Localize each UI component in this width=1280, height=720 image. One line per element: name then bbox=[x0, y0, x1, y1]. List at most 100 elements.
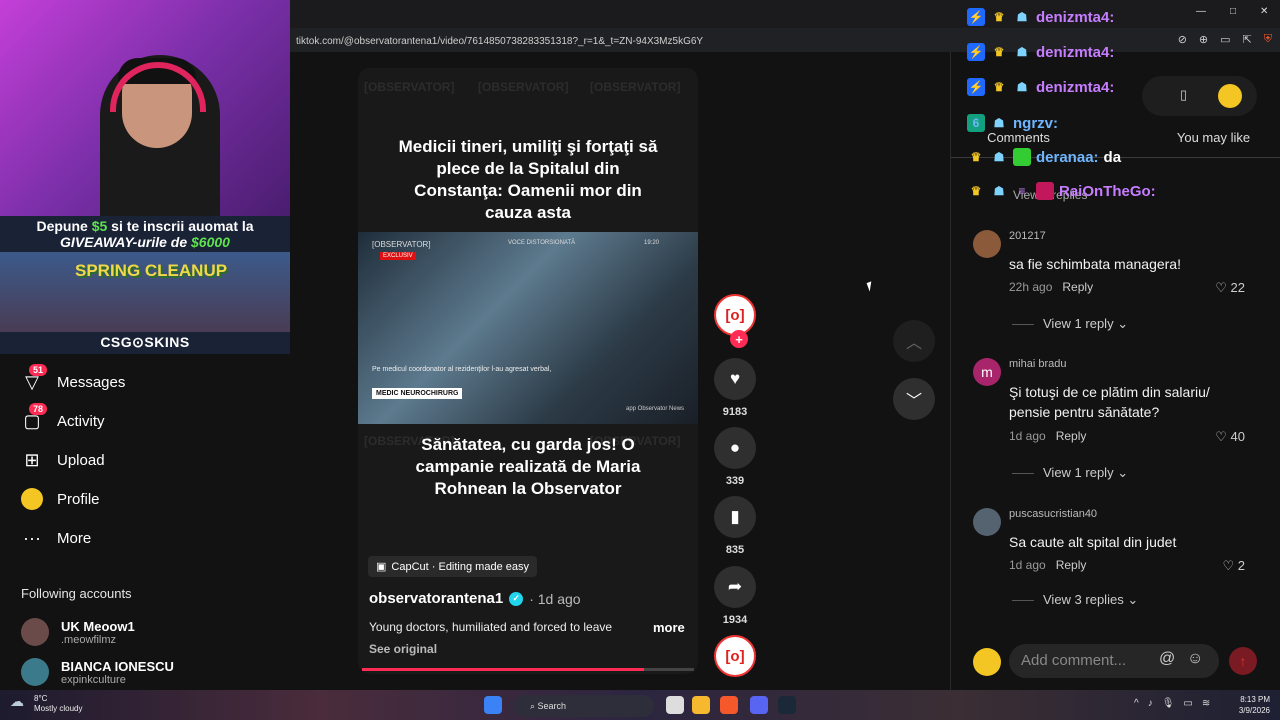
chevron-up-icon: ︿ bbox=[905, 335, 922, 352]
monitor-icon[interactable]: ▭ bbox=[1183, 698, 1192, 709]
chevron-down-icon: ⌄ bbox=[1117, 465, 1129, 480]
see-original-link[interactable]: See original bbox=[369, 642, 437, 656]
avatar[interactable]: m bbox=[973, 358, 1001, 386]
robot-icon: ☗ bbox=[993, 150, 1005, 164]
reply-button[interactable]: Reply bbox=[1062, 280, 1093, 294]
nav-more[interactable]: ··· More bbox=[20, 526, 91, 550]
next-video-button[interactable]: ﹀ bbox=[893, 378, 935, 420]
promo-line1: Depune $5 si te inscrii auomat la bbox=[36, 218, 254, 234]
send-button[interactable]: ↑ bbox=[1229, 647, 1257, 675]
brave-icon[interactable] bbox=[720, 696, 738, 714]
scene-tag: MEDIC NEUROCHIRURG bbox=[372, 388, 463, 399]
following-account[interactable]: BIANCA IONESCU expinkculture bbox=[21, 658, 174, 686]
search-icon: ⌕ bbox=[530, 701, 538, 711]
share-action[interactable]: ➦ 1934 bbox=[710, 566, 760, 626]
capcut-tag[interactable]: ▣ CapCut · Editing made easy bbox=[368, 556, 537, 577]
chevron-down-icon: ⌄ bbox=[1127, 592, 1139, 607]
video-description: Young doctors, humiliated and forced to … bbox=[369, 620, 613, 634]
chevron-down-icon: ﹀ bbox=[905, 393, 922, 410]
music-disc-avatar[interactable]: [o] bbox=[714, 635, 756, 677]
scene-caption: Pe medicul coordonator al rezidenţilor l… bbox=[372, 366, 552, 373]
my-avatar bbox=[973, 648, 1001, 676]
windows-start-icon[interactable] bbox=[484, 696, 502, 714]
nav-upload[interactable]: ⊞ Upload bbox=[20, 448, 104, 472]
clock[interactable]: 8:13 PM 3/9/2026 bbox=[1239, 694, 1270, 716]
sponsor-brand: CSG⊙SKINS bbox=[100, 334, 190, 350]
like-action[interactable]: ♥ 9183 bbox=[710, 358, 760, 418]
arrow-up-icon: ↑ bbox=[1239, 653, 1247, 669]
file-explorer-icon[interactable] bbox=[692, 696, 710, 714]
capcut-icon: ▣ bbox=[376, 561, 387, 573]
comment-user[interactable]: mihai bradu bbox=[1009, 358, 1066, 370]
system-tray: ^ ♪ 🎙 ▭ ≋ bbox=[1134, 698, 1210, 709]
view-replies-link[interactable]: View 1 reply ⌄ bbox=[1013, 316, 1128, 332]
video-feed: [OBSERVATOR] [OBSERVATOR] [OBSERVATOR] M… bbox=[290, 52, 950, 690]
robot-icon: ☗ bbox=[1016, 10, 1028, 24]
more-icon: ··· bbox=[23, 527, 41, 548]
weather-widget[interactable]: ☁ 8°C Mostly cloudy bbox=[10, 694, 82, 714]
chevron-up-icon[interactable]: ^ bbox=[1134, 698, 1139, 709]
avatar[interactable] bbox=[973, 230, 1001, 258]
save-action[interactable]: ▮ 835 bbox=[710, 496, 760, 556]
stream-promo: Depune $5 si te inscrii auomat la GIVEAW… bbox=[0, 216, 290, 354]
comment-item: puscasucristian40 Sa caute alt spital di… bbox=[973, 508, 1273, 618]
comment-action[interactable]: ● 339 bbox=[710, 427, 760, 487]
avatar[interactable] bbox=[973, 508, 1001, 536]
emoji-icon[interactable]: ☺ bbox=[1187, 650, 1203, 668]
taskbar-search[interactable]: ⌕ Search bbox=[514, 695, 654, 717]
nav-messages[interactable]: ▽ 51 Messages bbox=[20, 364, 125, 394]
nav-activity[interactable]: ▢ 78 Activity bbox=[20, 403, 105, 433]
following-account[interactable]: UK Meoow1 .meowfilmz bbox=[21, 618, 135, 646]
comment-like[interactable]: ♡ 22 bbox=[1215, 280, 1245, 296]
badge-icon: ≡ bbox=[1018, 184, 1026, 198]
activity-icon: ▢ 78 bbox=[20, 403, 48, 433]
follow-plus-icon[interactable]: + bbox=[730, 330, 748, 348]
reply-button[interactable]: Reply bbox=[1056, 558, 1087, 572]
video-player[interactable]: [OBSERVATOR] [OBSERVATOR] [OBSERVATOR] M… bbox=[358, 68, 698, 674]
comment-like[interactable]: ♡ 2 bbox=[1222, 558, 1245, 574]
windows-taskbar: ☁ 8°C Mostly cloudy ⌕ Search ^ ♪ 🎙 ▭ ≋ 8… bbox=[0, 690, 1280, 720]
nav-profile[interactable]: Profile bbox=[20, 487, 100, 511]
creator-avatar[interactable]: [o] + bbox=[714, 294, 756, 348]
video-progress[interactable] bbox=[362, 668, 694, 671]
mention-icon[interactable]: @ bbox=[1159, 650, 1175, 668]
banner-text: SPRING CLEANUP bbox=[75, 261, 228, 280]
volume-icon[interactable]: ♪ bbox=[1148, 698, 1153, 709]
comment-text: Sa caute alt spital din judet bbox=[1009, 534, 1177, 550]
comment-user[interactable]: puscasucristian40 bbox=[1009, 508, 1097, 520]
mouse-cursor bbox=[866, 281, 875, 292]
badge-icon: 6 bbox=[967, 114, 985, 132]
add-comment-bar: Add comment... @ ☺ ↑ bbox=[973, 642, 1273, 682]
task-view-icon[interactable] bbox=[666, 696, 684, 714]
mic-icon[interactable]: 🎙 bbox=[1162, 698, 1175, 709]
video-scene: [OBSERVATOR] EXCLUSIV VOCE DISTORSIONATĂ… bbox=[358, 232, 698, 424]
comment-count: 339 bbox=[725, 475, 745, 487]
comment-item: 201217 sa fie schimbata managera! 22h ag… bbox=[973, 230, 1273, 340]
cloud-icon: ☁ bbox=[10, 693, 24, 709]
watermark: [OBSERVATOR] bbox=[590, 80, 681, 94]
wifi-icon[interactable]: ≋ bbox=[1202, 698, 1210, 709]
crown-icon: ♛ bbox=[993, 10, 1005, 24]
crown-icon: ♛ bbox=[993, 80, 1005, 94]
more-button[interactable]: more bbox=[653, 620, 685, 635]
prev-video-button[interactable]: ︿ bbox=[893, 320, 935, 362]
crown-icon: ♛ bbox=[970, 150, 982, 164]
video-author[interactable]: observatorantena1 ✓ · 1d ago bbox=[369, 590, 581, 607]
comment-user[interactable]: 201217 bbox=[1009, 230, 1046, 242]
following-title: Following accounts bbox=[21, 586, 132, 601]
view-replies-link[interactable]: View 3 replies ⌄ bbox=[1013, 592, 1138, 608]
comment-like[interactable]: ♡ 40 bbox=[1215, 429, 1245, 445]
stream-chat-overlay: ⚡ ♛ ☗ denizmta4: ⚡ ♛ ☗ denizmta4: ⚡ ♛ ☗ … bbox=[967, 4, 1267, 214]
steam-icon[interactable] bbox=[778, 696, 796, 714]
chat-line: 6 ☗ ngrzv: bbox=[967, 114, 1063, 132]
comment-meta: 22h ago Reply bbox=[1009, 280, 1094, 294]
avatar bbox=[21, 618, 49, 646]
view-replies-link[interactable]: View 1 reply ⌄ bbox=[1013, 465, 1128, 481]
voice-tag: VOCE DISTORSIONATĂ bbox=[508, 240, 576, 246]
heart-outline-icon: ♡ bbox=[1215, 280, 1227, 295]
reply-button[interactable]: Reply bbox=[1056, 429, 1087, 443]
share-arrow-icon: ➦ bbox=[714, 566, 756, 608]
video-headline-top: Medicii tineri, umiliţi şi forţaţi să pl… bbox=[398, 137, 658, 222]
discord-icon[interactable] bbox=[750, 696, 768, 714]
robot-icon: ☗ bbox=[1016, 80, 1028, 94]
